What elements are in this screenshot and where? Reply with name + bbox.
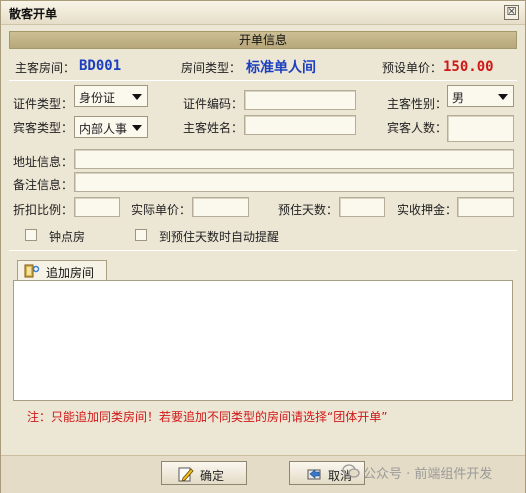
hourly-room-label: 钟点房: [49, 230, 86, 244]
window-title: 散客开单: [9, 7, 58, 21]
hourly-room-checkbox[interactable]: [25, 229, 37, 241]
id-type-label: 证件类型：: [13, 97, 74, 111]
address-label: 地址信息：: [13, 155, 74, 169]
watermark-text: 公众号 · 前端组件开发: [363, 467, 493, 482]
warning-note: 注：只能追加同类房间！若要追加不同类型的房间请选择“团体开单”: [27, 410, 388, 424]
tab-add-room-label: 追加房间: [46, 266, 95, 280]
auto-remind-label: 到预住天数时自动提醒: [159, 230, 280, 244]
discount-input[interactable]: [74, 197, 120, 217]
room-value: BD001: [79, 58, 122, 74]
chevron-down-icon: [132, 125, 142, 131]
guest-type-label: 宾客类型：: [13, 121, 74, 135]
guest-name-label: 主客姓名：: [183, 121, 244, 135]
guest-count-input[interactable]: [447, 115, 514, 142]
discount-label: 折扣比例：: [13, 203, 74, 217]
close-icon[interactable]: ☒: [504, 5, 519, 20]
stay-days-input[interactable]: [339, 197, 385, 217]
id-type-select[interactable]: 身份证: [74, 85, 148, 107]
divider: [9, 80, 517, 81]
wechat-icon: [342, 464, 360, 478]
room-label: 主客房间：: [15, 61, 76, 75]
guest-type-select[interactable]: 内部人事: [74, 116, 148, 138]
gender-select[interactable]: 男: [447, 85, 514, 107]
actual-price-label: 实际单价：: [131, 203, 192, 217]
guest-name-input[interactable]: [244, 115, 356, 135]
gender-value: 男: [452, 91, 465, 105]
deposit-input[interactable]: [457, 197, 514, 217]
id-number-input[interactable]: [244, 90, 356, 110]
chevron-down-icon: [132, 94, 142, 100]
confirm-label: 确定: [200, 469, 225, 483]
preset-price-label: 预设单价：: [382, 61, 443, 75]
guest-type-value: 内部人事: [79, 122, 128, 136]
room-type-label: 房间类型：: [181, 61, 242, 75]
title-bar: 散客开单 ☒: [1, 1, 525, 25]
divider: [9, 250, 517, 251]
address-input[interactable]: [74, 149, 514, 169]
room-type-value: 标准单人间: [246, 60, 316, 76]
preset-price-value: 150.00: [443, 59, 494, 75]
id-number-label: 证件编码：: [183, 97, 244, 111]
guest-count-label: 宾客人数：: [387, 121, 448, 135]
add-room-icon: [24, 264, 40, 278]
edit-icon: [178, 467, 194, 482]
confirm-button[interactable]: 确定: [161, 461, 247, 485]
open-order-dialog: 散客开单 ☒ 开单信息 主客房间： BD001 房间类型： 标准单人间 预设单价…: [0, 0, 526, 493]
chevron-down-icon: [498, 94, 508, 100]
remark-input[interactable]: [74, 172, 514, 192]
added-rooms-panel[interactable]: [13, 280, 513, 401]
remark-label: 备注信息：: [13, 178, 74, 192]
section-header: 开单信息: [9, 31, 517, 49]
tab-add-room[interactable]: 追加房间: [17, 260, 107, 281]
cancel-icon: [307, 469, 321, 480]
auto-remind-checkbox[interactable]: [135, 229, 147, 241]
gender-label: 主客性别：: [387, 97, 448, 111]
deposit-label: 实收押金：: [397, 203, 458, 217]
stay-days-label: 预住天数：: [278, 203, 339, 217]
actual-price-input[interactable]: [192, 197, 249, 217]
id-type-value: 身份证: [79, 91, 116, 105]
